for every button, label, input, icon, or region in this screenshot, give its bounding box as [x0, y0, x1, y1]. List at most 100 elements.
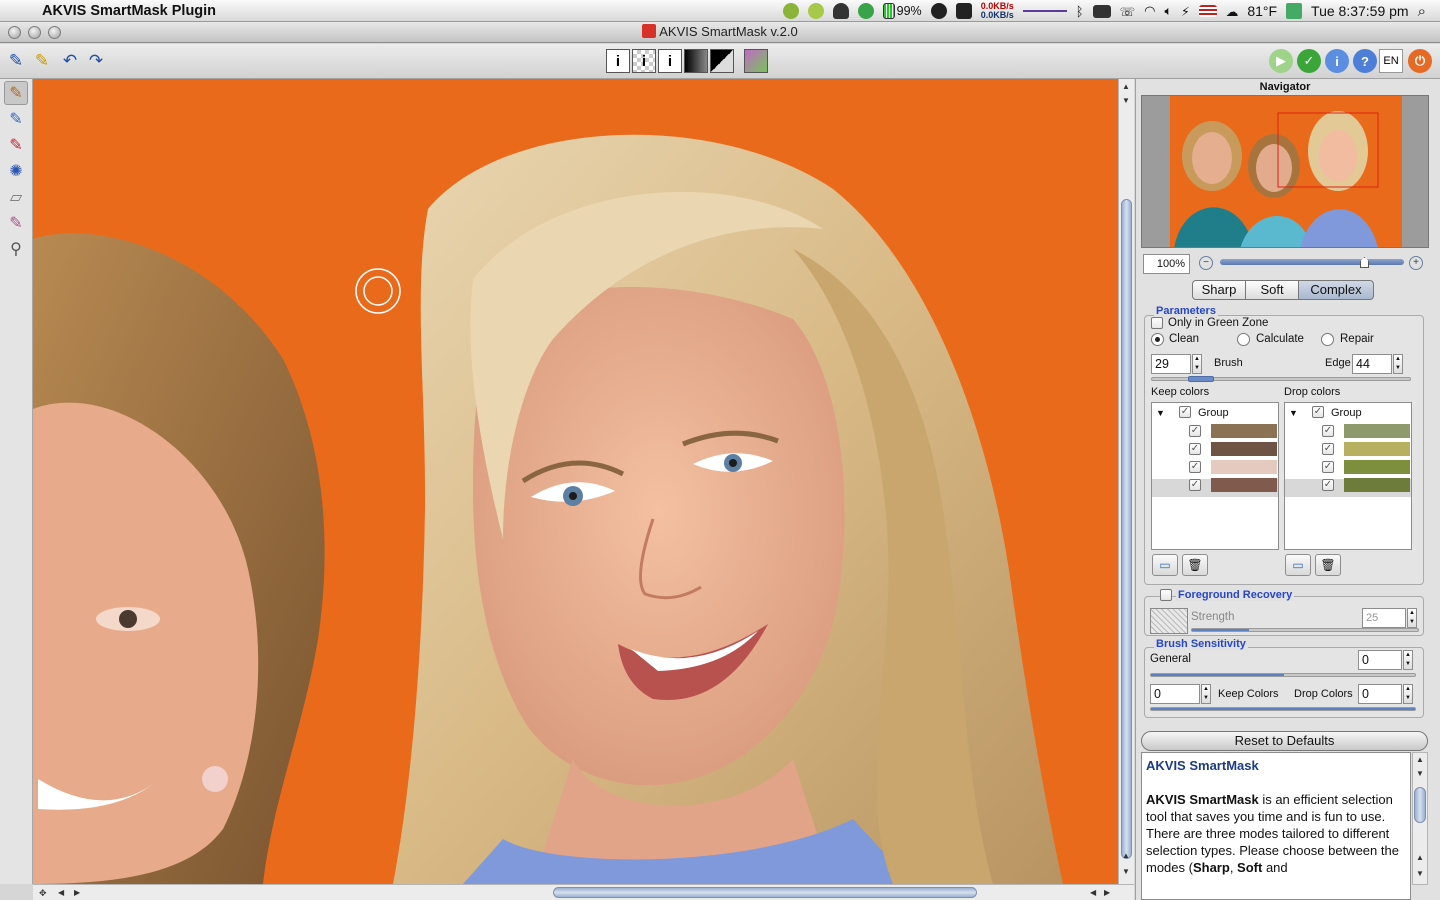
undo-icon[interactable]: ↶ [58, 49, 82, 73]
view-background-color-icon[interactable] [744, 49, 768, 73]
keep-drop-balance-slider[interactable] [1150, 707, 1416, 711]
volume-icon[interactable]: 🔈︎ [1165, 4, 1173, 19]
drop-open-folder-icon[interactable]: ▭ [1285, 554, 1311, 576]
drop-colors-list[interactable]: ▼ ✓ Group ✓ ✓ ✓ ✓ [1284, 402, 1412, 550]
help-scroll-thumb[interactable] [1414, 787, 1426, 823]
help-scroll-down-bottom-icon[interactable]: ▼ [1416, 869, 1424, 878]
drop-color-4-checkbox[interactable]: ✓ [1322, 479, 1334, 491]
drop-color-3-checkbox[interactable]: ✓ [1322, 461, 1334, 473]
view-mask-icon[interactable]: i [658, 49, 682, 73]
zoom-out-icon[interactable]: − [1199, 256, 1213, 270]
hand-tool-icon[interactable]: ✥ [39, 888, 47, 899]
navigator-preview[interactable] [1141, 95, 1429, 248]
view-gradient-icon[interactable] [684, 49, 708, 73]
brush-edge-slider-thumb[interactable] [1188, 376, 1214, 382]
apply-icon[interactable]: ✓ [1297, 49, 1321, 73]
drop-sensitivity-input[interactable]: 0 [1358, 684, 1402, 704]
scroll-down-bottom-icon[interactable]: ▼ [1122, 867, 1130, 876]
evernote-icon[interactable] [832, 3, 849, 19]
magic-brush-tool-icon[interactable]: ✺ [4, 159, 28, 183]
tab-soft[interactable]: Soft [1245, 280, 1299, 300]
horizontal-scroll-thumb[interactable] [553, 887, 977, 898]
brush-size-input[interactable]: 29 [1151, 354, 1191, 374]
zoom-in-icon[interactable]: + [1409, 256, 1423, 270]
general-input[interactable]: 0 [1358, 650, 1402, 670]
keep-color-1-checkbox[interactable]: ✓ [1189, 425, 1201, 437]
help-scroll-up-bottom-icon[interactable]: ▲ [1416, 853, 1424, 862]
run-icon[interactable]: ▶ [1269, 49, 1293, 73]
battery-meter[interactable]: 99% [882, 3, 922, 19]
drop-color-4-swatch[interactable] [1344, 478, 1410, 492]
us-flag-icon[interactable] [1198, 5, 1217, 17]
keep-colors-list[interactable]: ▼ ✓ Group ✓ ✓ ✓ ✓ [1151, 402, 1279, 550]
edit-selection-icon[interactable]: ✎ [30, 49, 54, 73]
help-icon[interactable]: ? [1353, 49, 1377, 73]
edge-stepper[interactable]: ▲ ▼ [1393, 354, 1403, 374]
keep-color-4-swatch[interactable] [1211, 478, 1277, 492]
info-icon[interactable]: i [1325, 49, 1349, 73]
sync-icon[interactable] [857, 3, 874, 19]
horizontal-scrollbar[interactable]: ✥ ◀ ▶ ◀ ▶ [33, 884, 1134, 900]
edge-input[interactable]: 44 [1352, 354, 1392, 374]
scroll-left-icon[interactable]: ◀ [58, 888, 64, 897]
clean-radio[interactable] [1151, 333, 1164, 346]
keep-group-checkbox[interactable]: ✓ [1179, 406, 1191, 418]
view-transparent-icon[interactable]: i [632, 49, 656, 73]
keep-color-2-checkbox[interactable]: ✓ [1189, 443, 1201, 455]
help-scroll-up-icon[interactable]: ▲ [1416, 755, 1424, 764]
drop-group-disclosure-icon[interactable]: ▼ [1289, 408, 1298, 418]
activity-icon[interactable] [930, 3, 947, 19]
clock[interactable]: Tue 8:37:59 pm [1311, 3, 1409, 19]
language-button[interactable]: EN [1379, 49, 1403, 73]
view-original-icon[interactable]: i [606, 49, 630, 73]
calculate-radio[interactable] [1237, 333, 1250, 346]
foreground-recovery-checkbox[interactable] [1160, 589, 1172, 601]
spotlight-search-icon[interactable]: ⌕ [1418, 3, 1426, 20]
keep-color-2-swatch[interactable] [1211, 442, 1277, 456]
drop-color-3-swatch[interactable] [1344, 460, 1410, 474]
spaces-icon[interactable] [955, 3, 972, 19]
android-status-icon[interactable] [782, 3, 799, 19]
drop-delete-icon[interactable]: 🗑︎ [1315, 554, 1341, 576]
drop-color-1-checkbox[interactable]: ✓ [1322, 425, 1334, 437]
bluetooth-icon[interactable]: ᛒ [1076, 4, 1084, 19]
user-icon[interactable] [1286, 3, 1303, 19]
redo-icon[interactable]: ↷ [84, 49, 108, 73]
zoom-slider[interactable] [1220, 257, 1404, 268]
vertical-scroll-thumb[interactable] [1121, 199, 1132, 859]
wifi-icon[interactable]: ◠ [1144, 3, 1155, 19]
drop-color-1-swatch[interactable] [1344, 424, 1410, 438]
drop-brush-tool-icon[interactable]: ✎ [4, 107, 28, 131]
tab-complex[interactable]: Complex [1298, 280, 1374, 300]
phone-icon[interactable]: ☏ [1120, 4, 1136, 19]
keep-group-disclosure-icon[interactable]: ▼ [1156, 408, 1165, 418]
keep-brush-tool-icon[interactable]: ✎ [4, 81, 28, 105]
drop-sensitivity-stepper[interactable]: ▲ ▼ [1403, 684, 1413, 704]
view-split-icon[interactable] [710, 49, 734, 73]
keep-sensitivity-input[interactable]: 0 [1150, 684, 1200, 704]
image-canvas[interactable] [33, 79, 1118, 884]
chat-status-icon[interactable] [807, 3, 824, 19]
new-selection-icon[interactable]: ✎ [4, 49, 28, 73]
vertical-scrollbar[interactable]: ▲ ▼ ▲ ▼ [1118, 79, 1134, 884]
keep-color-3-swatch[interactable] [1211, 460, 1277, 474]
drop-group-checkbox[interactable]: ✓ [1312, 406, 1324, 418]
weather-temp[interactable]: 81°F [1247, 3, 1277, 19]
keep-open-folder-icon[interactable]: ▭ [1152, 554, 1178, 576]
keep-color-1-swatch[interactable] [1211, 424, 1277, 438]
background-brush-tool-icon[interactable]: ✎ [4, 211, 28, 235]
pencil-tool-icon[interactable]: ✎ [4, 133, 28, 157]
drop-color-2-swatch[interactable] [1344, 442, 1410, 456]
reset-to-defaults-button[interactable]: Reset to Defaults [1141, 731, 1428, 751]
general-stepper[interactable]: ▲ ▼ [1403, 650, 1413, 670]
zoom-slider-thumb[interactable] [1360, 257, 1369, 268]
keep-color-4-checkbox[interactable]: ✓ [1189, 479, 1201, 491]
repair-radio[interactable] [1321, 333, 1334, 346]
help-scroll-down-icon[interactable]: ▼ [1416, 769, 1424, 778]
keep-color-3-checkbox[interactable]: ✓ [1189, 461, 1201, 473]
drop-color-2-checkbox[interactable]: ✓ [1322, 443, 1334, 455]
help-scrollbar[interactable]: ▲ ▼ ▲ ▼ [1412, 752, 1428, 885]
zoom-input[interactable]: 100% [1143, 254, 1190, 274]
scroll-left-end-icon[interactable]: ◀ [1090, 888, 1096, 897]
scroll-right-icon[interactable]: ▶ [74, 888, 80, 897]
